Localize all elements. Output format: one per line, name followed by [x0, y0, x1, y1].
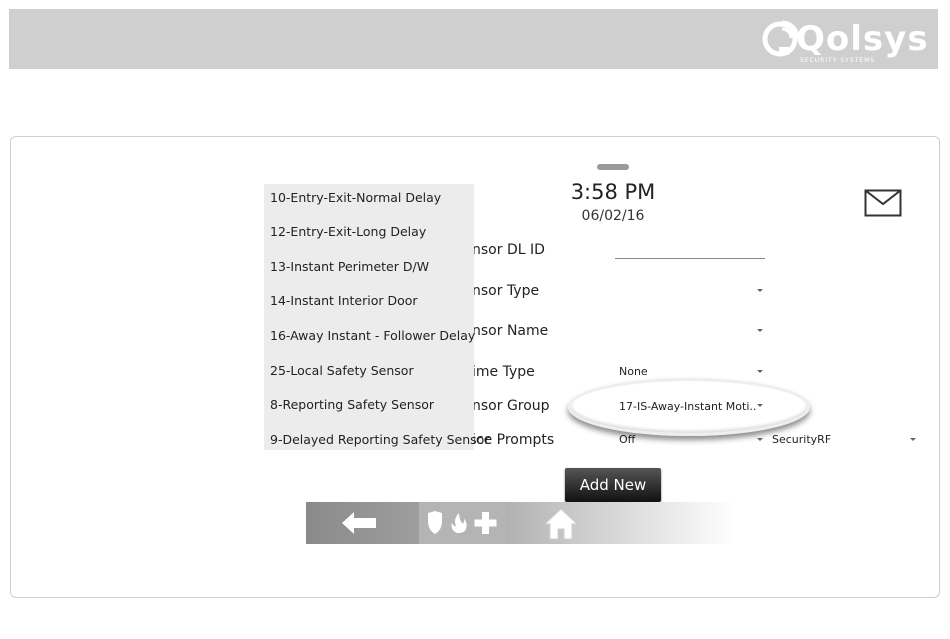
list-item[interactable]: 13-Instant Perimeter D/W — [270, 259, 429, 274]
sensor-group-highlight — [568, 378, 810, 436]
field-label-chime-type: ime Type — [472, 364, 535, 380]
list-item[interactable]: 10-Entry-Exit-Normal Delay — [270, 190, 441, 205]
chime-type-select[interactable]: None — [619, 365, 648, 378]
voice-prompts-select[interactable]: Off — [619, 433, 635, 446]
top-header-bar: Qolsys SECURITY SYSTEMS — [9, 9, 938, 69]
field-label-sensor-type: nsor Type — [472, 283, 540, 299]
field-label-sensor-name: nsor Name — [472, 323, 549, 339]
pull-down-handle[interactable] — [597, 164, 629, 170]
list-item[interactable]: 14-Instant Interior Door — [270, 293, 418, 308]
dl-id-input[interactable] — [615, 258, 765, 259]
field-label-dl-id: nsor DL ID — [472, 242, 545, 258]
home-icon[interactable] — [544, 508, 578, 540]
back-arrow-icon[interactable] — [342, 512, 376, 534]
logo-mark-icon — [762, 20, 800, 57]
list-item[interactable]: 9-Delayed Reporting Safety Sensor — [270, 432, 489, 447]
list-item[interactable]: 12-Entry-Exit-Long Delay — [270, 224, 426, 239]
bottom-nav-bar — [306, 502, 736, 544]
voice-prompts-dropdown-icon[interactable] — [757, 438, 763, 441]
shield-fire-medical-icon[interactable] — [426, 510, 498, 536]
list-item[interactable]: 25-Local Safety Sensor — [270, 363, 414, 378]
list-item[interactable]: 16-Away Instant - Follower Delay — [270, 328, 475, 343]
source-dropdown-icon[interactable] — [910, 438, 916, 441]
add-new-button[interactable]: Add New — [565, 468, 661, 502]
field-label-sensor-group: nsor Group — [472, 398, 550, 414]
source-select[interactable]: SecurityRF — [772, 433, 831, 446]
sensor-name-dropdown-icon[interactable] — [757, 329, 763, 332]
status-date: 06/02/16 — [581, 208, 645, 224]
sensor-type-dropdown-icon[interactable] — [757, 289, 763, 292]
mail-icon[interactable] — [864, 189, 902, 217]
brand-logo: Qolsys SECURITY SYSTEMS — [760, 15, 928, 65]
chime-type-dropdown-icon[interactable] — [757, 370, 763, 373]
sensor-group-options-list: 10-Entry-Exit-Normal Delay 12-Entry-Exit… — [264, 184, 489, 450]
list-item[interactable]: 8-Reporting Safety Sensor — [270, 397, 434, 412]
status-time: 3:58 PM — [570, 180, 656, 204]
brand-tagline: SECURITY SYSTEMS — [800, 57, 876, 64]
brand-name: Qolsys — [796, 19, 929, 59]
